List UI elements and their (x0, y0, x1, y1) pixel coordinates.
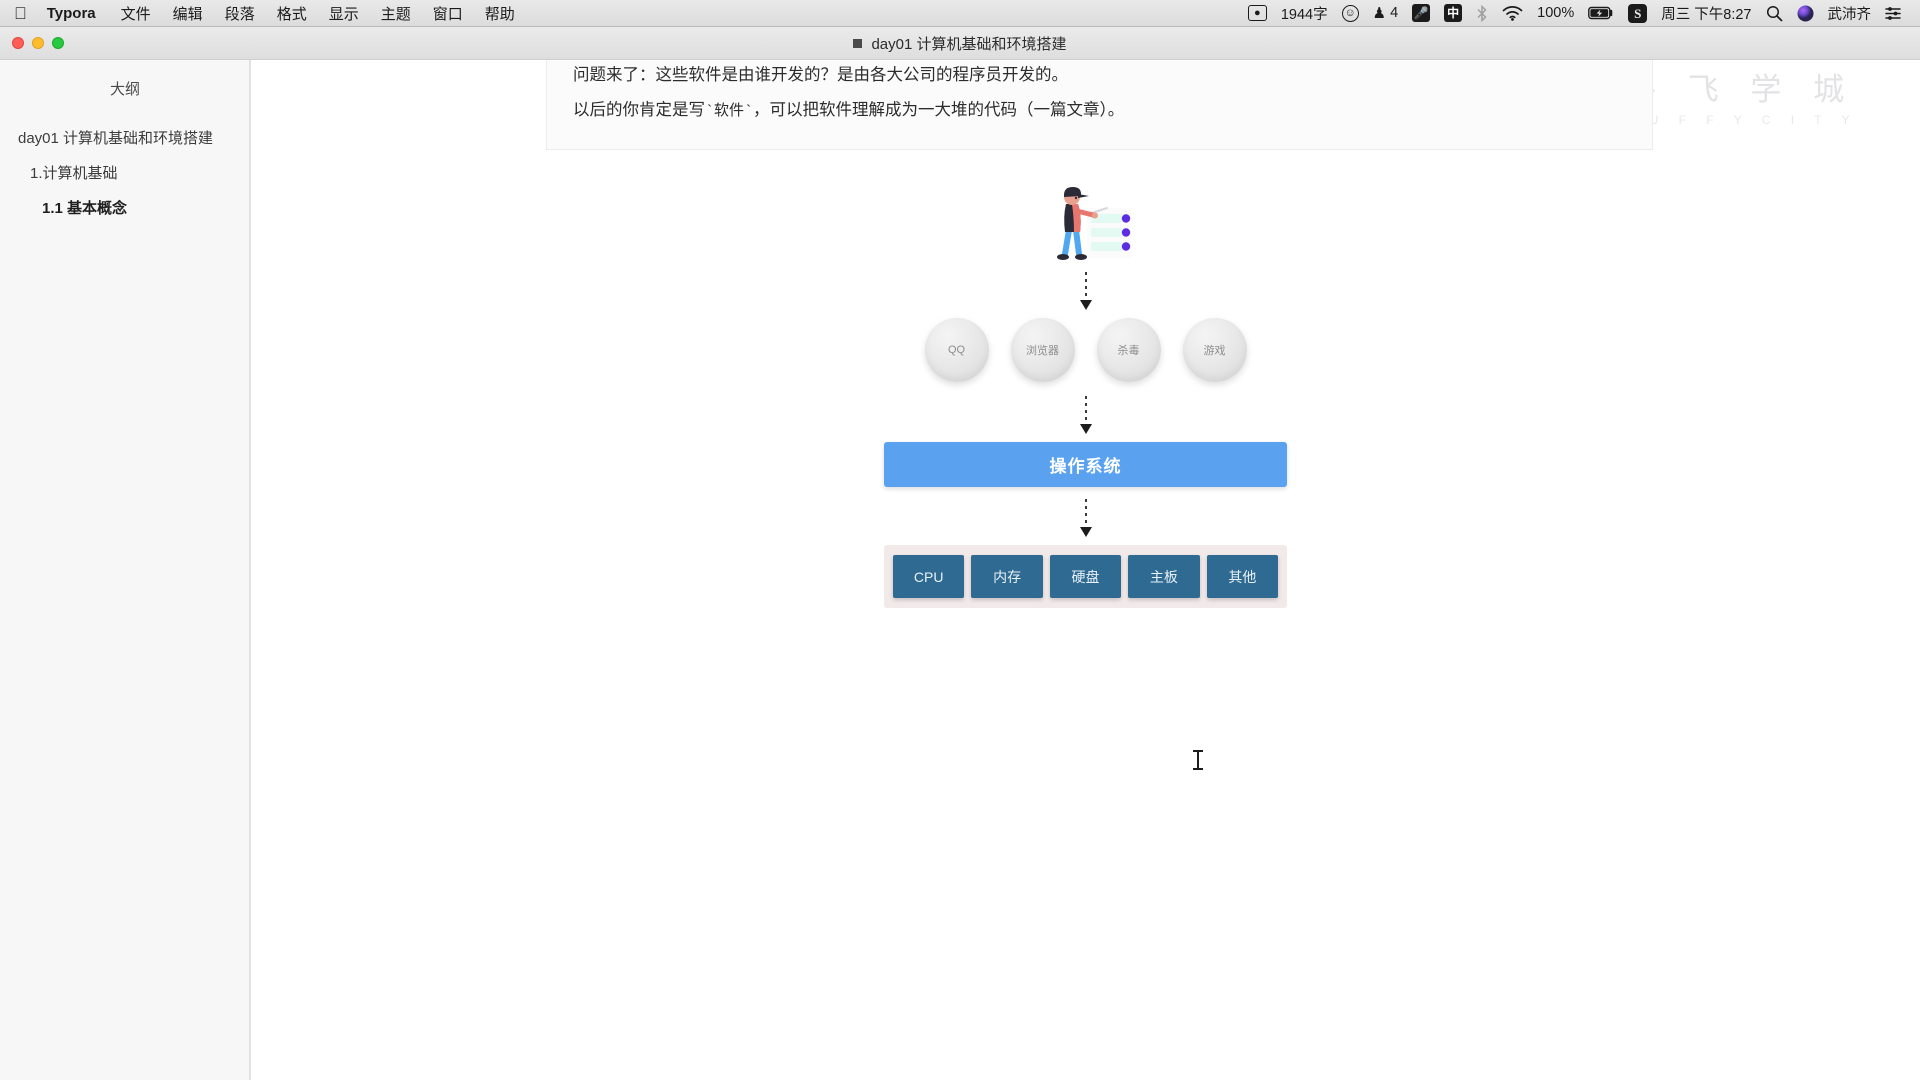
outline-item-computer-basics[interactable]: 1.计算机基础 (0, 156, 250, 191)
window-title-label: day01 计算机基础和环境搭建 (871, 35, 1067, 53)
app-circle-antivirus[interactable]: 杀毒 (1096, 318, 1161, 382)
menu-bar-left-group:  Typora 文件 编辑 段落 格式 显示 主题 窗口 帮助 (0, 0, 526, 26)
sidebar-title: 大纲 (109, 81, 140, 98)
document-line-2: 以后的你肯定是写`软件`，可以把软件理解成为一大堆的代码（一篇文章）。 (573, 93, 1626, 128)
menu-bar-status-group: ● 1944字 ☺ ♟ 4 🎤 中 100% S 周三 下午8:27 武沛齐 (1241, 0, 1920, 26)
person-with-checklist-illustration (1045, 180, 1137, 272)
arrow-os-to-hardware (251, 499, 1920, 545)
app-circle-browser[interactable]: 浏览器 (1010, 318, 1075, 382)
hardware-box-harddisk[interactable]: 硬盘 (1049, 555, 1122, 598)
wifi-glyph (1502, 6, 1523, 21)
clock-datetime[interactable]: 周三 下午8:27 (1654, 0, 1758, 26)
menu-item-window[interactable]: 窗口 (422, 0, 474, 26)
watermark-en: L U F F Y C I T Y (1623, 113, 1858, 127)
siri-glyph (1797, 5, 1813, 21)
outline-list: day01 计算机基础和环境搭建 1.计算机基础 1.1 基本概念 (0, 121, 250, 226)
apple-menu-icon[interactable]:  (0, 0, 41, 26)
control-center-glyph (1885, 6, 1901, 20)
hardware-box-other[interactable]: 其他 (1206, 555, 1279, 598)
app-circle-games[interactable]: 游戏 (1182, 318, 1247, 382)
luffycity-watermark: 路 飞 学 城 L U F F Y C I T Y (1623, 74, 1858, 126)
arrow-dotted-line (1084, 272, 1087, 299)
illustration-svg (1056, 187, 1131, 260)
operating-system-bar[interactable]: 操作系统 (884, 442, 1287, 487)
editor-content-area[interactable]: 路 飞 学 城 L U F F Y C I T Y 问题来了：这些软件是由谁开发… (251, 60, 1920, 1080)
hardware-box-memory[interactable]: 内存 (971, 555, 1043, 598)
outline-item-day01[interactable]: day01 计算机基础和环境搭建 (0, 121, 250, 156)
screen-record-glyph: ● (1247, 5, 1267, 21)
window-title-bar: day01 计算机基础和环境搭建 (0, 27, 1920, 60)
battery-percent-label[interactable]: 100% (1530, 0, 1581, 26)
traffic-light-buttons (12, 37, 64, 49)
unsaved-changes-icon (853, 38, 863, 48)
menu-item-app-name[interactable]: Typora (41, 0, 110, 26)
document-line-cut: 问题来了：这些软件是由谁开发的？是由各大公司的程序员开发的。 (573, 66, 1068, 84)
wifi-icon[interactable] (1495, 0, 1530, 26)
dotted-arrow-2 (1079, 396, 1092, 442)
arrow-dotted-line (1084, 499, 1087, 526)
arrow-head-icon (1079, 527, 1092, 537)
microphone-glyph: 🎤 (1412, 4, 1431, 22)
input-method-glyph: 中 (1444, 4, 1463, 22)
menu-item-view[interactable]: 显示 (318, 0, 370, 26)
text-cursor-icon (1193, 750, 1203, 770)
microphone-icon[interactable]: 🎤 (1405, 0, 1437, 26)
hardware-box-motherboard[interactable]: 主板 (1128, 555, 1200, 598)
word-count-status[interactable]: 1944字 (1274, 0, 1335, 26)
siri-icon[interactable] (1790, 0, 1821, 26)
menu-item-paragraph[interactable]: 段落 (214, 0, 266, 26)
arrow-illustration-to-apps (251, 272, 1920, 318)
arrow-dotted-line (1084, 396, 1087, 423)
zoom-button[interactable] (52, 37, 64, 49)
menu-item-file[interactable]: 文件 (110, 0, 162, 26)
control-center-icon[interactable] (1878, 0, 1908, 26)
application-layer-row: QQ 浏览器 杀毒 游戏 (251, 318, 1920, 382)
qq-unread-count: 4 (1390, 5, 1399, 21)
close-button[interactable] (12, 37, 24, 49)
menu-item-edit[interactable]: 编辑 (162, 0, 214, 26)
search-glyph (1766, 5, 1782, 21)
emoji-face-glyph: ☺ (1341, 4, 1359, 22)
screen-record-icon[interactable]: ● (1241, 0, 1274, 26)
user-name-label[interactable]: 武沛齐 (1821, 0, 1879, 26)
typora-window: day01 计算机基础和环境搭建 大纲 day01 计算机基础和环境搭建 1.计… (0, 27, 1920, 1080)
bluetooth-icon[interactable] (1469, 0, 1495, 26)
window-title: day01 计算机基础和环境搭建 (853, 33, 1067, 54)
app-circle-qq[interactable]: QQ (924, 318, 989, 382)
menu-item-format[interactable]: 格式 (266, 0, 318, 26)
document-quote-block[interactable]: 问题来了：这些软件是由谁开发的？是由各大公司的程序员开发的。 以后的你肯定是写`… (546, 60, 1653, 151)
inline-code-software: `软件` (705, 102, 754, 120)
dotted-arrow-1 (1079, 272, 1092, 318)
menu-item-theme[interactable]: 主题 (370, 0, 422, 26)
computer-architecture-diagram: QQ 浏览器 杀毒 游戏 操作系统 CPU 内存 硬盘 主板 其他 (251, 180, 1920, 630)
dotted-arrow-3 (1079, 499, 1092, 545)
document-line-2-suffix: ，可以把软件理解成为一大堆的代码（一篇文章）。 (753, 100, 1125, 119)
illustration-row (251, 180, 1920, 272)
hardware-box-cpu[interactable]: CPU (893, 555, 965, 598)
arrow-head-icon (1079, 424, 1092, 434)
sidebar-divider (249, 60, 250, 1080)
watermark-cn: 路 飞 学 城 (1624, 72, 1857, 107)
arrow-head-icon (1079, 300, 1092, 310)
outline-sidebar: 大纲 day01 计算机基础和环境搭建 1.计算机基础 1.1 基本概念 (0, 60, 251, 1080)
arrow-apps-to-os (251, 396, 1920, 442)
menu-item-help[interactable]: 帮助 (474, 0, 526, 26)
hardware-layer-panel: CPU 内存 硬盘 主板 其他 (884, 545, 1287, 608)
spotlight-search-icon[interactable] (1759, 0, 1790, 26)
qq-penguin-glyph: ♟ (1372, 5, 1387, 22)
emoji-face-icon[interactable]: ☺ (1335, 0, 1366, 26)
sogou-input-icon[interactable]: S (1621, 0, 1654, 26)
input-method-indicator[interactable]: 中 (1437, 0, 1469, 26)
minimize-button[interactable] (32, 37, 44, 49)
outline-item-basic-concepts[interactable]: 1.1 基本概念 (0, 191, 250, 226)
qq-penguin-icon[interactable]: ♟ 4 (1366, 0, 1406, 26)
battery-charging-icon[interactable] (1581, 0, 1621, 26)
document-line-2-prefix: 以后的你肯定是写 (573, 100, 705, 119)
sogou-glyph: S (1628, 3, 1648, 23)
battery-charging-glyph (1588, 6, 1613, 20)
bluetooth-glyph (1477, 4, 1487, 22)
macos-menu-bar:  Typora 文件 编辑 段落 格式 显示 主题 窗口 帮助 ● 1944字… (0, 0, 1920, 27)
